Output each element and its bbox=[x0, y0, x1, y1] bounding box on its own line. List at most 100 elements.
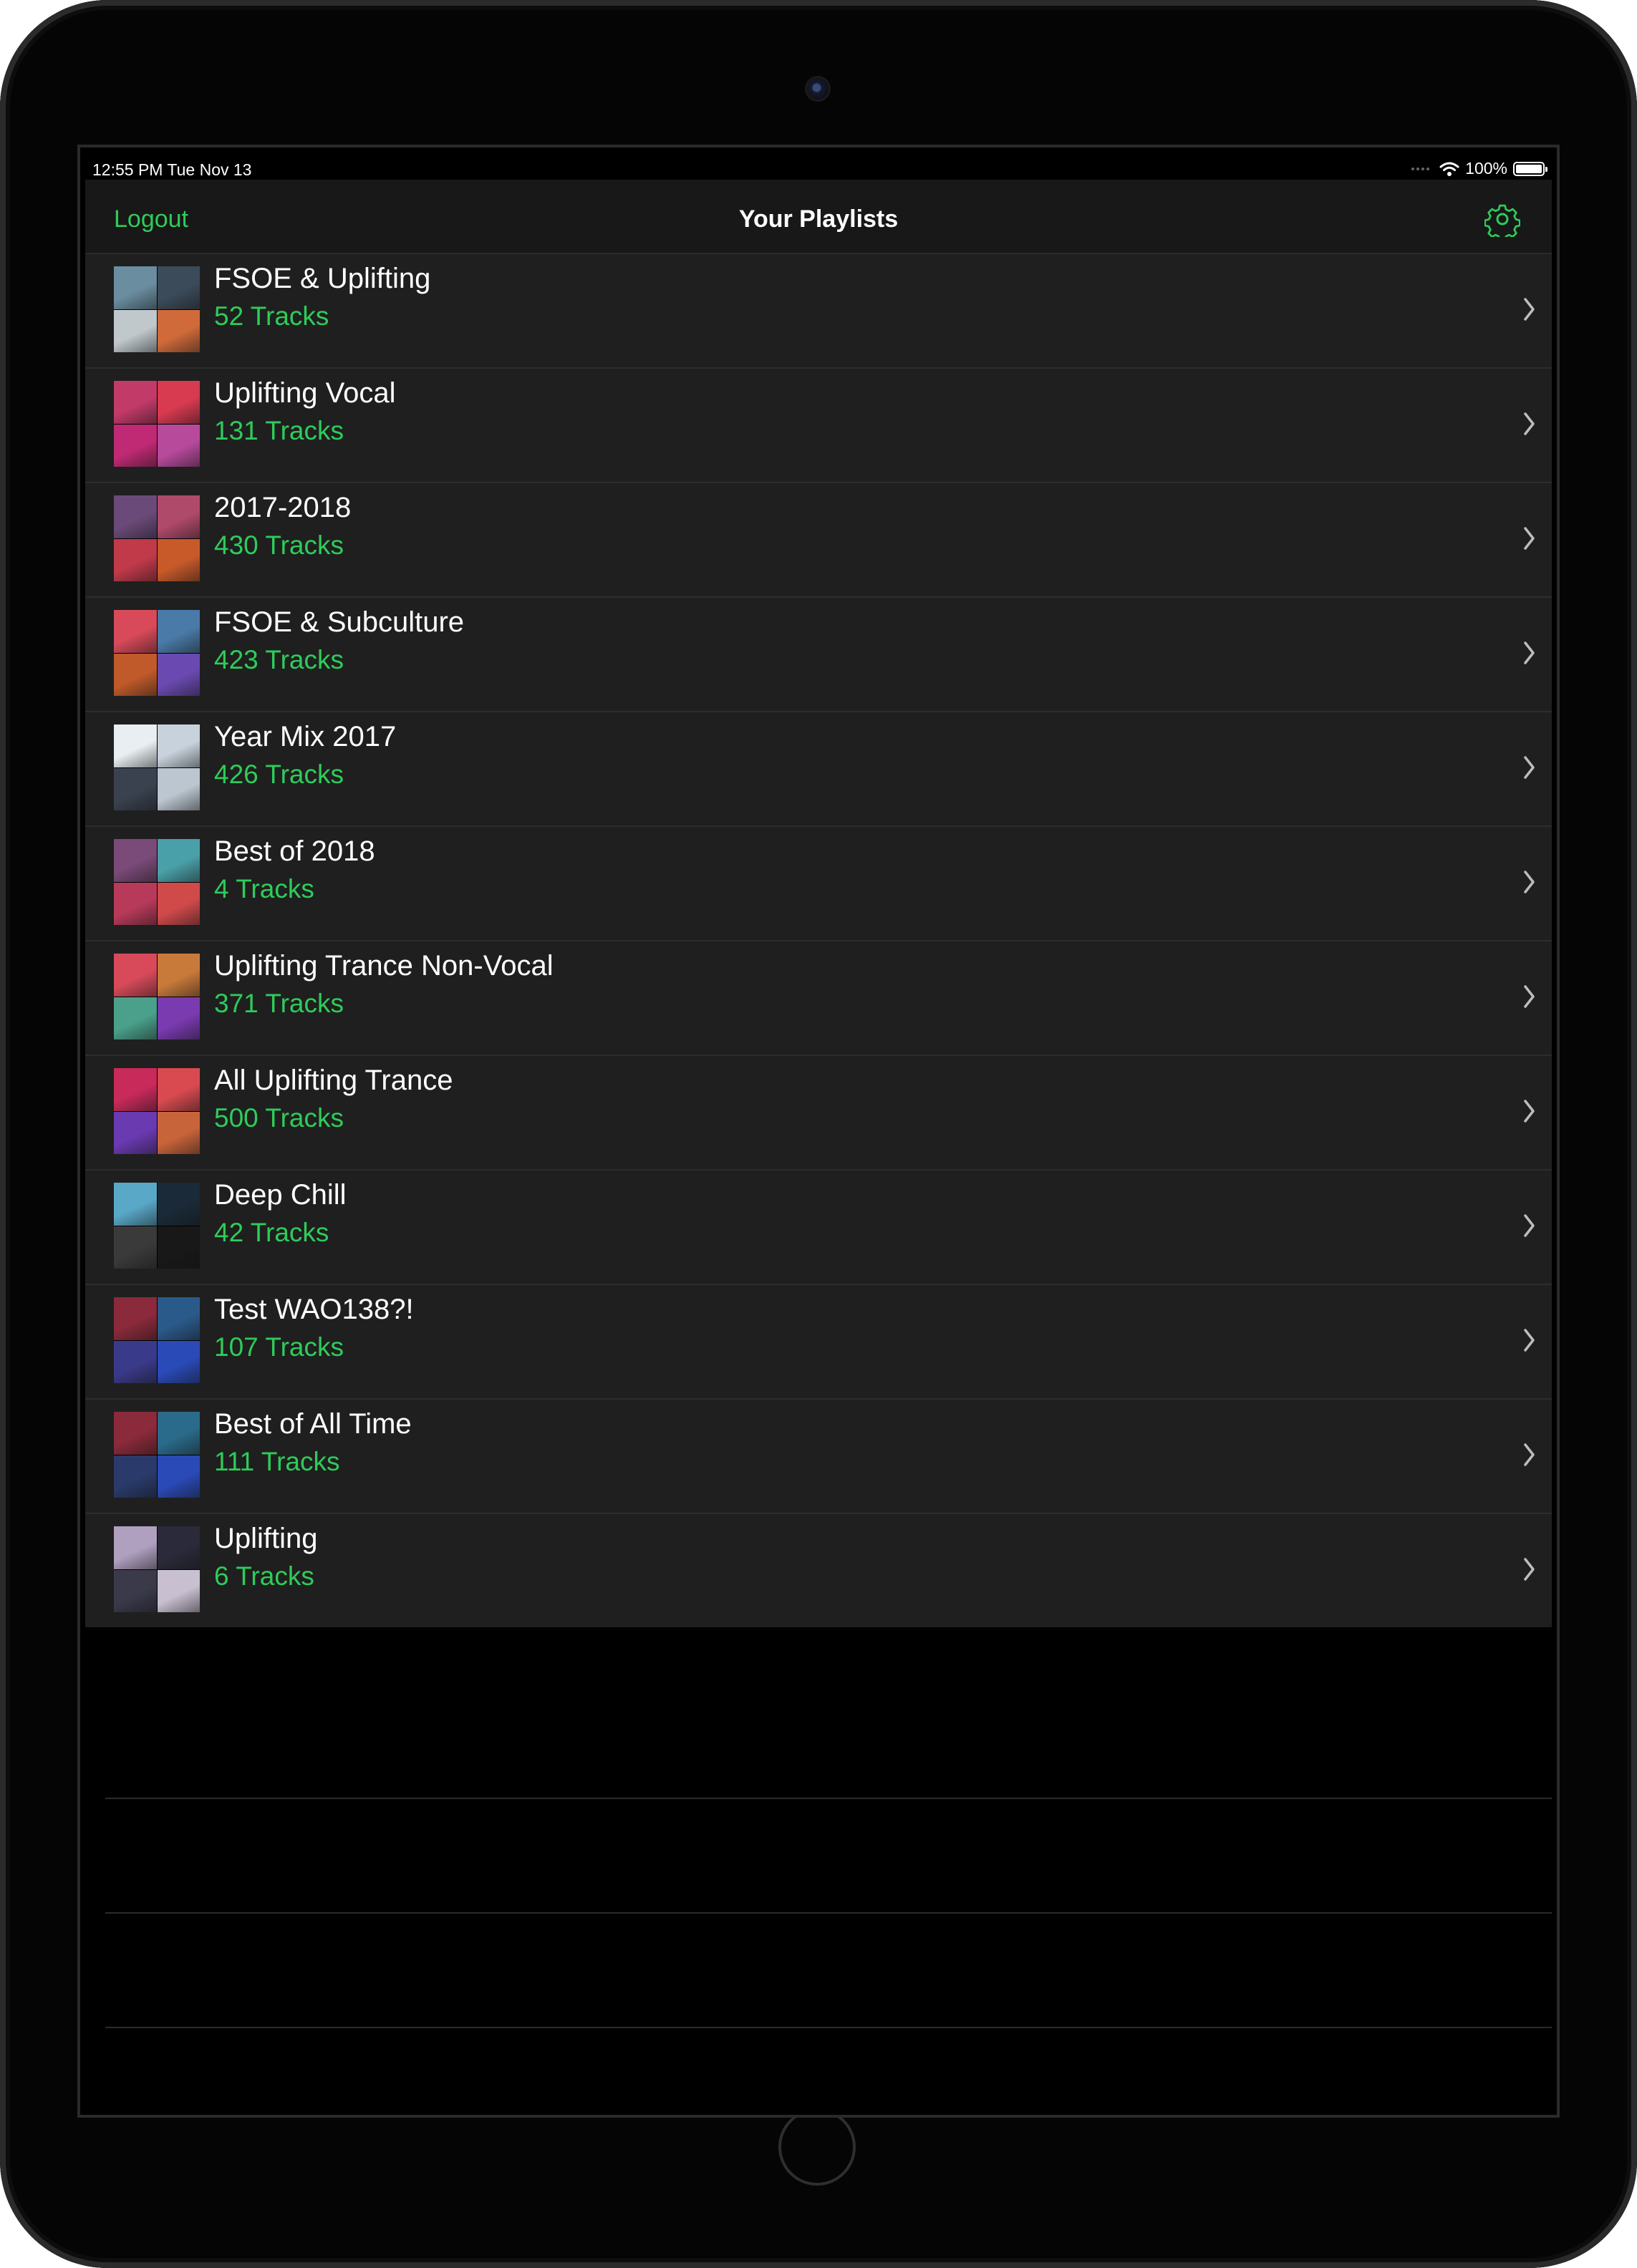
artwork-tile bbox=[157, 381, 200, 424]
status-right: 100% bbox=[1411, 159, 1547, 178]
chevron-right-icon bbox=[1524, 985, 1535, 1008]
artwork-tile bbox=[114, 724, 157, 767]
playlist-row[interactable]: Uplifting Vocal 131 Tracks bbox=[85, 369, 1552, 483]
chevron-right-icon bbox=[1524, 298, 1535, 321]
playlist-row[interactable]: All Uplifting Trance 500 Tracks bbox=[85, 1056, 1552, 1171]
playlist-name: Uplifting Vocal bbox=[214, 377, 396, 409]
artwork-tile bbox=[157, 495, 200, 538]
playlist-name: All Uplifting Trance bbox=[214, 1065, 453, 1096]
playlist-artwork bbox=[114, 1183, 200, 1269]
artwork-tile bbox=[114, 653, 157, 696]
playlist-artwork bbox=[114, 381, 200, 467]
navigation-bar: Logout Your Playlists bbox=[85, 180, 1552, 254]
artwork-tile bbox=[114, 495, 157, 538]
chevron-right-icon bbox=[1524, 1329, 1535, 1352]
artwork-tile bbox=[114, 1412, 157, 1455]
playlist-track-count: 430 Tracks bbox=[214, 530, 344, 560]
playlist-row[interactable]: Test WAO138?! 107 Tracks bbox=[85, 1285, 1552, 1400]
playlist-artwork bbox=[114, 1297, 200, 1383]
artwork-tile bbox=[157, 1569, 200, 1612]
artwork-tile bbox=[114, 1455, 157, 1498]
chevron-right-icon bbox=[1524, 871, 1535, 893]
status-bar: 12:55 PM Tue Nov 13 100% bbox=[85, 151, 1552, 180]
playlist-row[interactable]: FSOE & Subculture 423 Tracks bbox=[85, 598, 1552, 712]
artwork-tile bbox=[157, 1526, 200, 1569]
playlist-artwork bbox=[114, 1526, 200, 1612]
chevron-right-icon bbox=[1524, 527, 1535, 550]
signal-icon bbox=[1411, 167, 1430, 170]
playlist-track-count: 42 Tracks bbox=[214, 1218, 329, 1247]
artwork-tile bbox=[114, 538, 157, 581]
playlist-track-count: 111 Tracks bbox=[214, 1447, 340, 1476]
playlist-row[interactable]: FSOE & Uplifting 52 Tracks bbox=[85, 254, 1552, 369]
artwork-tile bbox=[157, 538, 200, 581]
playlist-artwork bbox=[114, 724, 200, 810]
playlist-name: Deep Chill bbox=[214, 1179, 347, 1211]
playlist-name: Test WAO138?! bbox=[214, 1294, 414, 1325]
playlist-row[interactable]: Uplifting 6 Tracks bbox=[85, 1514, 1552, 1627]
artwork-tile bbox=[157, 1297, 200, 1340]
empty-separator bbox=[105, 1914, 1552, 2028]
artwork-tile bbox=[114, 1569, 157, 1612]
empty-separator bbox=[105, 2028, 1552, 2115]
artwork-tile bbox=[114, 839, 157, 882]
artwork-tile bbox=[157, 724, 200, 767]
screen: 12:55 PM Tue Nov 13 100% Logout Your Pla… bbox=[80, 147, 1557, 2115]
playlist-artwork bbox=[114, 1068, 200, 1154]
empty-list-area bbox=[85, 1685, 1552, 2115]
artwork-tile bbox=[157, 767, 200, 810]
artwork-tile bbox=[157, 1226, 200, 1269]
artwork-tile bbox=[114, 266, 157, 309]
artwork-tile bbox=[157, 653, 200, 696]
artwork-tile bbox=[114, 767, 157, 810]
chevron-right-icon bbox=[1524, 1443, 1535, 1466]
home-button[interactable] bbox=[778, 2108, 856, 2186]
playlist-track-count: 6 Tracks bbox=[214, 1561, 314, 1591]
playlist-track-count: 52 Tracks bbox=[214, 301, 329, 331]
playlist-track-count: 426 Tracks bbox=[214, 760, 344, 789]
playlist-artwork bbox=[114, 610, 200, 696]
playlist-row[interactable]: Best of 2018 4 Tracks bbox=[85, 827, 1552, 941]
artwork-tile bbox=[114, 882, 157, 925]
artwork-tile bbox=[114, 1111, 157, 1154]
empty-separator bbox=[105, 1799, 1552, 1914]
artwork-tile bbox=[157, 839, 200, 882]
playlist-row[interactable]: 2017-2018 430 Tracks bbox=[85, 483, 1552, 598]
playlist-artwork bbox=[114, 1412, 200, 1498]
gear-icon[interactable] bbox=[1484, 201, 1520, 237]
chevron-right-icon bbox=[1524, 412, 1535, 435]
artwork-tile bbox=[157, 1111, 200, 1154]
playlist-name: Uplifting bbox=[214, 1523, 318, 1554]
app-window: 12:55 PM Tue Nov 13 100% Logout Your Pla… bbox=[85, 151, 1552, 2111]
artwork-tile bbox=[114, 1068, 157, 1111]
playlist-name: FSOE & Subculture bbox=[214, 606, 465, 638]
artwork-tile bbox=[157, 1068, 200, 1111]
playlist-track-count: 131 Tracks bbox=[214, 416, 344, 445]
empty-separator bbox=[105, 1685, 1552, 1799]
playlist-artwork bbox=[114, 266, 200, 352]
chevron-right-icon bbox=[1524, 1100, 1535, 1123]
playlist-row[interactable]: Best of All Time 111 Tracks bbox=[85, 1400, 1552, 1514]
playlist-track-count: 500 Tracks bbox=[214, 1103, 344, 1133]
playlist-artwork bbox=[114, 954, 200, 1040]
artwork-tile bbox=[114, 1340, 157, 1383]
playlist-name: Best of All Time bbox=[214, 1408, 412, 1440]
playlist-name: 2017-2018 bbox=[214, 492, 352, 523]
playlist-row[interactable]: Year Mix 2017 426 Tracks bbox=[85, 712, 1552, 827]
artwork-tile bbox=[114, 1297, 157, 1340]
artwork-tile bbox=[157, 882, 200, 925]
playlist-name: Uplifting Trance Non-Vocal bbox=[214, 950, 554, 982]
artwork-tile bbox=[114, 610, 157, 653]
page-title: Your Playlists bbox=[738, 205, 899, 233]
chevron-right-icon bbox=[1524, 1558, 1535, 1581]
artwork-tile bbox=[114, 1526, 157, 1569]
artwork-tile bbox=[157, 997, 200, 1040]
playlist-row[interactable]: Deep Chill 42 Tracks bbox=[85, 1171, 1552, 1285]
artwork-tile bbox=[114, 954, 157, 997]
playlist-name: FSOE & Uplifting bbox=[214, 263, 431, 294]
playlist-list: FSOE & Uplifting 52 Tracks Uplifting Vocal… bbox=[85, 254, 1552, 1627]
playlist-row[interactable]: Uplifting Trance Non-Vocal 371 Tracks bbox=[85, 941, 1552, 1056]
artwork-tile bbox=[157, 1183, 200, 1226]
artwork-tile bbox=[114, 997, 157, 1040]
wifi-icon bbox=[1439, 162, 1459, 176]
